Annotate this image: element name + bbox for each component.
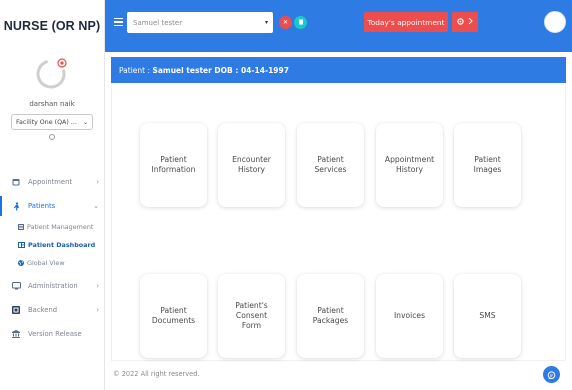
sidebar-item-label: Global View — [27, 259, 65, 267]
list-icon — [18, 224, 24, 230]
server-icon — [10, 306, 22, 314]
card-sms[interactable]: SMS — [454, 274, 521, 358]
card-label: Patient Documents — [151, 305, 196, 325]
sidebar-item-label: Administration — [28, 282, 78, 290]
sidebar-item-label: Backend — [28, 306, 58, 314]
card-invoices[interactable]: Invoices — [376, 274, 443, 358]
facility-select[interactable]: Facility One (QA) ... ⌄ — [11, 114, 93, 130]
sidebar-item-label: Patients — [28, 202, 56, 210]
status-ring-icon — [49, 134, 55, 140]
profile-avatar[interactable] — [35, 56, 69, 90]
card-patient-services[interactable]: Patient Services — [297, 123, 364, 207]
card-label: Patient Information — [151, 154, 196, 174]
patient-search-select[interactable]: Samuel tester ▾ — [127, 12, 273, 33]
dashboard-grid: Patient Information Encounter History Pa… — [111, 83, 566, 361]
card-label: Encounter History — [232, 154, 271, 174]
sidebar-item-administration[interactable]: Administration › — [0, 274, 105, 298]
sidebar-item-version-release[interactable]: Version Release — [0, 322, 105, 346]
card-patient-information[interactable]: Patient Information — [140, 123, 207, 207]
card-label: Patient Packages — [312, 305, 349, 325]
top-bar: Samuel tester ▾ ✕ Today's appointment — [105, 0, 572, 52]
close-icon: ✕ — [282, 19, 289, 26]
quick-actions-button[interactable] — [452, 12, 478, 32]
monitor-icon — [10, 282, 22, 290]
chevron-right-icon: › — [96, 282, 99, 290]
main-content: Patient : Samuel tester DOB : 04-14-1997… — [105, 52, 572, 390]
clear-patient-button[interactable]: ✕ — [279, 16, 292, 29]
card-label: SMS — [479, 310, 496, 320]
card-consent-form[interactable]: Patient's Consent Form — [218, 274, 285, 358]
patient-search-value: Samuel tester — [133, 18, 183, 27]
globe-icon — [18, 260, 24, 266]
chat-icon — [547, 365, 556, 384]
card-encounter-history[interactable]: Encounter History — [218, 123, 285, 207]
sidebar-item-label: Patient Management — [27, 223, 94, 231]
card-label: Invoices — [393, 310, 426, 320]
chevron-down-icon: ⌄ — [93, 202, 99, 210]
card-appointment-history[interactable]: Appointment History — [376, 123, 443, 207]
sidebar: NURSE (OR NP) darshan naik Facility One … — [0, 0, 105, 390]
facility-value: Facility One (QA) ... — [16, 118, 77, 126]
document-icon — [298, 19, 304, 27]
user-avatar[interactable] — [544, 11, 566, 33]
sidebar-subitem-patient-management[interactable]: Patient Management — [0, 218, 105, 236]
sidebar-item-label: Version Release — [28, 330, 82, 338]
sidebar-item-appointment[interactable]: Appointment › — [0, 170, 105, 194]
sidebar-item-label: Appointment — [28, 178, 73, 186]
role-title: NURSE (OR NP) — [3, 19, 101, 33]
card-label: Patient's Consent Form — [235, 300, 268, 331]
card-label: Patient Services — [314, 154, 347, 174]
profile-panel: darshan naik Facility One (QA) ... ⌄ — [0, 56, 104, 140]
sidebar-subitem-global-view[interactable]: Global View — [0, 254, 105, 272]
sidebar-item-patients[interactable]: Patients ⌄ — [0, 194, 105, 218]
patient-icon — [10, 201, 22, 211]
card-patient-images[interactable]: Patient Images — [454, 123, 521, 207]
sidebar-item-label: Patient Dashboard — [28, 241, 96, 249]
expand-icon — [468, 17, 473, 26]
patient-label: Patient : — [119, 65, 151, 75]
hamburger-menu-icon[interactable] — [114, 18, 123, 27]
caret-down-icon: ▾ — [264, 19, 268, 26]
chevron-right-icon: › — [96, 178, 99, 186]
card-label: Appointment History — [384, 154, 435, 174]
sidebar-item-backend[interactable]: Backend › — [0, 298, 105, 322]
release-icon — [10, 330, 22, 338]
user-name: darshan naik — [29, 100, 75, 108]
todays-appointment-button[interactable]: Today's appointment — [364, 12, 448, 32]
user-placeholder-icon — [36, 58, 67, 89]
patient-summary: Samuel tester DOB : 04-14-1997 — [152, 65, 289, 75]
chat-button[interactable] — [543, 366, 560, 383]
settings-icon — [457, 17, 464, 27]
chevron-right-icon: › — [96, 306, 99, 314]
calendar-icon — [10, 178, 22, 186]
sidebar-subitem-patient-dashboard[interactable]: Patient Dashboard — [0, 236, 105, 254]
card-patient-packages[interactable]: Patient Packages — [297, 274, 364, 358]
sidebar-menu: Appointment › Patients ⌄ Patient Managem… — [0, 170, 105, 346]
chevron-down-icon: ⌄ — [82, 118, 88, 126]
card-label: Patient Images — [473, 154, 502, 174]
patient-header: Patient : Samuel tester DOB : 04-14-1997 — [111, 57, 566, 83]
dashboard-icon — [18, 242, 25, 248]
card-patient-documents[interactable]: Patient Documents — [140, 274, 207, 358]
footer-copyright: © 2022 All right reserved. — [113, 370, 200, 378]
patient-info-button[interactable] — [294, 16, 307, 29]
